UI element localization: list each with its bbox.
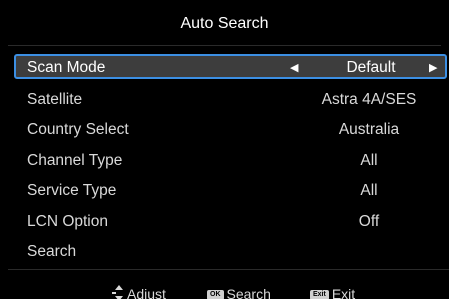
menu-item-value: All	[360, 182, 378, 199]
updown-arrow-icon	[112, 285, 123, 299]
menu-item-label: Channel Type	[27, 151, 123, 169]
menu-item-satellite[interactable]: Satellite Astra 4A/SES	[14, 85, 447, 116]
exit-key-icon: Exit	[310, 290, 329, 299]
search-hint-label: Search	[226, 286, 271, 299]
page-title: Auto Search	[180, 15, 269, 32]
footer-divider	[8, 269, 449, 270]
menu-item-lcn-option[interactable]: LCN Option Off	[14, 207, 447, 238]
menu-item-label: Search	[27, 243, 77, 260]
arrow-right-icon[interactable]: ▶	[429, 57, 437, 79]
menu-item-label: Scan Mode	[27, 59, 106, 76]
auto-search-screen: Auto Search Scan Mode ◀ Default ▶ Satell…	[0, 0, 449, 299]
menu-item-scan-mode[interactable]: Scan Mode ◀ Default ▶	[14, 54, 447, 79]
key-hint-bar: Adjust OK Search Exit Exit	[0, 283, 449, 299]
menu-item-label: Service Type	[27, 182, 117, 199]
menu-item-country-select[interactable]: Country Select Australia	[14, 115, 447, 146]
exit-hint: Exit Exit	[310, 283, 355, 299]
menu-item-value: All	[360, 151, 378, 169]
search-hint: OK Search	[207, 283, 271, 299]
menu-item-value: Off	[358, 212, 380, 230]
menu-item-label: Country Select	[27, 121, 129, 138]
menu-item-search[interactable]: Search	[14, 237, 447, 268]
menu-item-label: LCN Option	[27, 212, 108, 230]
menu-item-value: Default	[346, 59, 396, 76]
menu-item-channel-type[interactable]: Channel Type All	[14, 146, 447, 177]
ok-key-icon: OK	[207, 290, 224, 299]
exit-hint-label: Exit	[331, 286, 356, 299]
settings-menu: Scan Mode ◀ Default ▶ Satellite Astra 4A…	[14, 54, 447, 268]
adjust-hint: Adjust	[112, 283, 166, 299]
menu-item-label: Satellite	[27, 90, 83, 108]
menu-item-value: Astra 4A/SES	[321, 90, 417, 108]
title-divider	[8, 45, 441, 46]
menu-item-value: Australia	[338, 121, 400, 138]
adjust-label: Adjust	[127, 286, 166, 299]
menu-item-service-type[interactable]: Service Type All	[14, 176, 447, 207]
